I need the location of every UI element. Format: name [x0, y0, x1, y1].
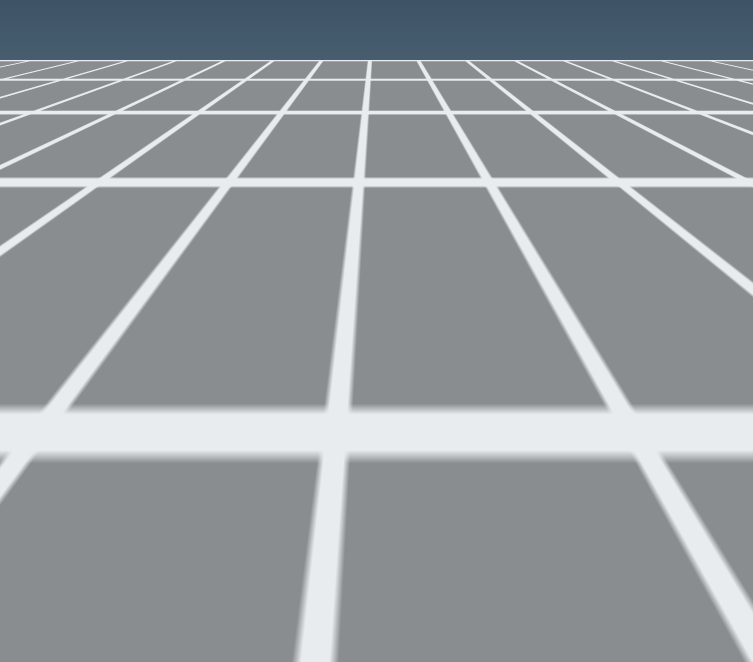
scrollbar-track[interactable]: [623, 150, 632, 470]
permission-row-blacklists: BLACKLISTS: Save: [107, 338, 623, 378]
dark-structure-base: [88, 622, 648, 662]
save-button[interactable]: Save: [497, 418, 622, 448]
permission-row-bans: BANS: Save: [107, 178, 623, 218]
permission-label: BANS:: [121, 186, 166, 202]
save-button[interactable]: Save: [497, 178, 622, 208]
info-line-2: regular permissions in maps where the sp…: [65, 541, 688, 557]
panel-footer: Toggle All Save All: [107, 470, 632, 518]
info-line-1: The map ID is the number after the hasht…: [75, 522, 678, 538]
save-all-button[interactable]: Save All: [497, 484, 622, 513]
info-message: The map ID is the number after the hasht…: [20, 521, 733, 559]
panel-title: CUSTOMIZE ADMIN PERMISSIONS: [107, 118, 632, 148]
permissions-list[interactable]: BANS: Save BLACKLIST: Save BLACKLISTS: S…: [107, 150, 623, 470]
permission-label: BLACKLISTS:: [121, 346, 214, 362]
permission-checkbox[interactable]: [221, 262, 245, 286]
permission-row-blackout: BLACKOUT: Save: [107, 418, 623, 458]
permission-checkbox[interactable]: [221, 422, 245, 446]
permission-checkbox[interactable]: [232, 342, 256, 366]
scrollbar-thumb[interactable]: [625, 176, 630, 178]
permissions-filter-input[interactable]: [122, 484, 336, 513]
save-button[interactable]: Save: [497, 338, 622, 368]
permission-row-blacklist: BLACKLIST: Save: [107, 258, 623, 298]
permission-label: BLACKOUT:: [121, 426, 203, 442]
permission-checkbox[interactable]: [179, 182, 203, 206]
admin-permissions-panel: CUSTOMIZE ADMIN PERMISSIONS BANS: Save B…: [107, 118, 632, 518]
toggle-all-button[interactable]: Toggle All: [352, 484, 477, 513]
save-button[interactable]: Save: [497, 258, 622, 288]
permission-label: BLACKLIST:: [121, 266, 203, 282]
